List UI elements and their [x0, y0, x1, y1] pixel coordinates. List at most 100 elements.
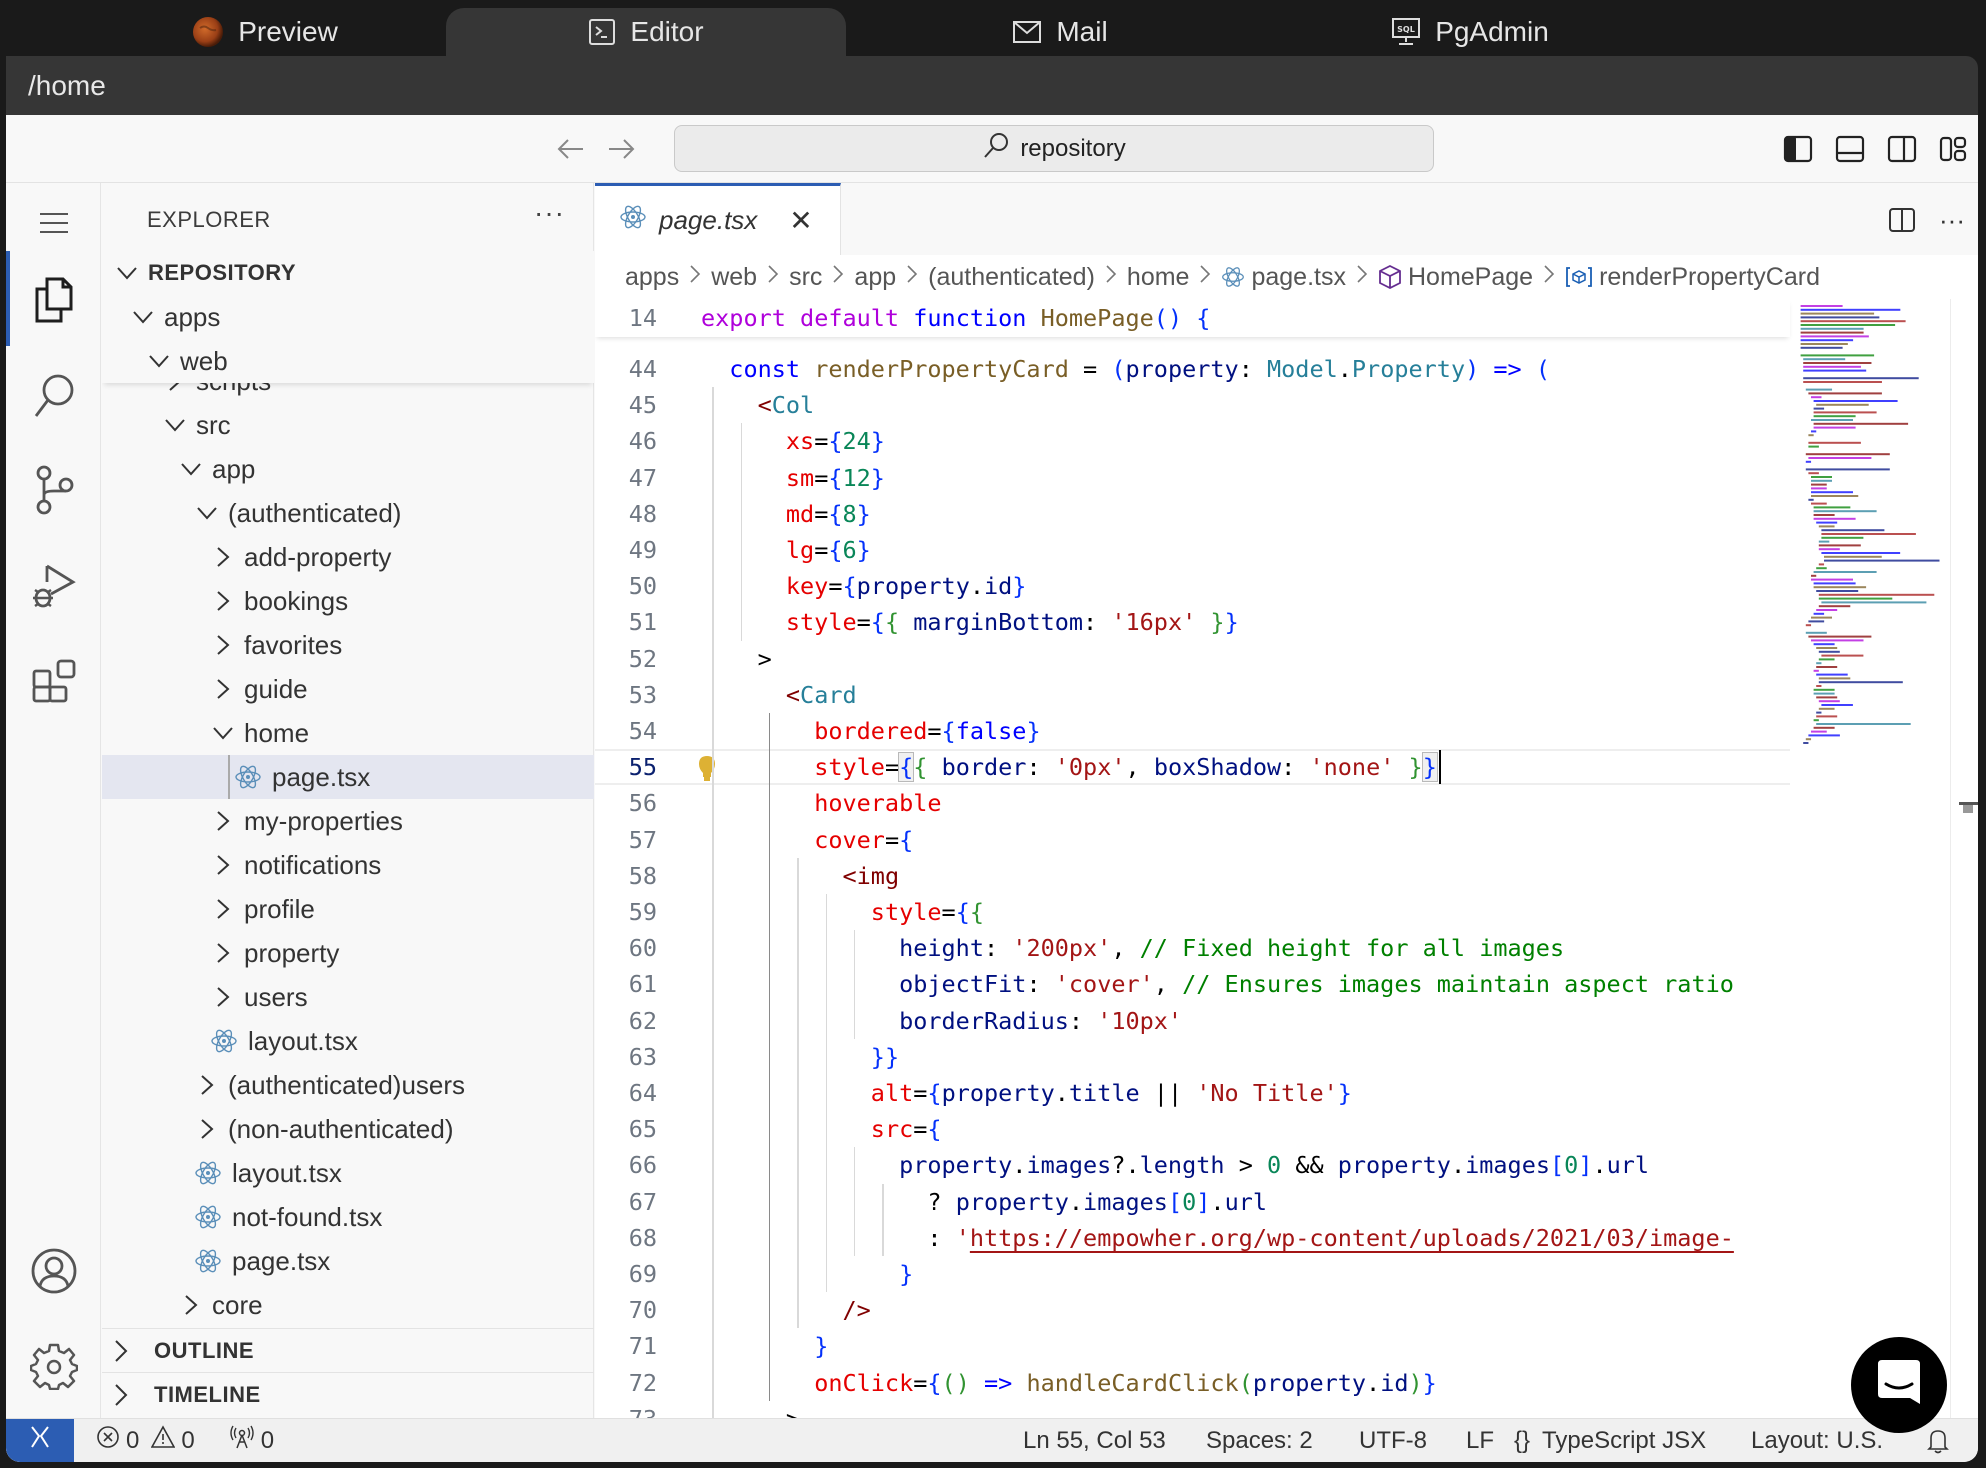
arrow-left-icon[interactable]	[554, 132, 588, 166]
breadcrumb-item[interactable]: apps	[625, 263, 679, 292]
code-editor[interactable]: 14 export default function HomePage() {44…	[595, 299, 1978, 1418]
arrow-right-icon[interactable]	[604, 132, 638, 166]
tree-item-folder[interactable]: guide	[102, 667, 594, 711]
breadcrumb-item[interactable]: app	[854, 263, 896, 292]
tree-item-file[interactable]: layout.tsx	[102, 1019, 594, 1063]
tree-item-folder[interactable]: add-property	[102, 535, 594, 579]
editor-tab-page-tsx[interactable]: page.tsx ✕	[595, 183, 841, 255]
run-debug-icon[interactable]	[6, 545, 101, 625]
cursor-position[interactable]: Ln 55, Col 53	[1023, 1427, 1166, 1455]
tree-item-folder[interactable]: apps	[102, 295, 594, 339]
minimap-line	[1813, 422, 1909, 425]
tree-item-folder[interactable]: home	[102, 711, 594, 755]
chevron-right-icon	[178, 1292, 204, 1318]
line-number: 54	[628, 717, 657, 745]
tree-item-folder[interactable]: (authenticated)	[102, 491, 594, 535]
split-editor-icon[interactable]	[1885, 203, 1919, 237]
tree-item-folder[interactable]: property	[102, 931, 594, 975]
tree-item-folder[interactable]: bookings	[102, 579, 594, 623]
section-outline[interactable]: OUTLINE	[102, 1328, 594, 1372]
toggle-panel-icon[interactable]	[1833, 132, 1867, 166]
breadcrumb-item[interactable]: home	[1127, 263, 1190, 292]
code-line: 61 objectFit: 'cover', // Ensures images …	[595, 966, 1790, 1002]
chevron-right-icon	[210, 984, 236, 1010]
problems-indicator[interactable]: 0 0	[96, 1425, 195, 1456]
breadcrumb-item[interactable]: renderPropertyCard	[1565, 263, 1820, 292]
tree-item-folder[interactable]: notifications	[102, 843, 594, 887]
line-text: height: '200px', // Fixed height for all…	[899, 934, 1565, 963]
search-icon[interactable]	[6, 356, 101, 436]
more-actions-icon[interactable]: ···	[1935, 203, 1969, 237]
customize-layout-icon[interactable]	[1936, 132, 1970, 166]
tree-item-folder[interactable]: app	[102, 447, 594, 491]
ports-indicator[interactable]: 0	[229, 1424, 274, 1457]
os-tab-preview[interactable]: Preview	[150, 8, 380, 56]
tree-item-folder[interactable]: web	[102, 339, 594, 383]
tree-item-label: layout.tsx	[232, 1157, 342, 1188]
end-of-line[interactable]: LF	[1466, 1427, 1494, 1455]
vertical-scrollbar[interactable]	[1950, 299, 1978, 1418]
remote-indicator[interactable]	[6, 1418, 74, 1462]
code-line: 55 style={{ border: '0px', boxShadow: 'no…	[595, 749, 1790, 786]
scrollbar-thumb[interactable]	[1963, 805, 1973, 813]
code-line: 52 >	[595, 641, 1790, 677]
code-line: 46 xs={24}	[595, 423, 1790, 459]
section-timeline[interactable]: TIMELINE	[102, 1372, 594, 1416]
tree-item-folder[interactable]: core	[102, 1283, 594, 1327]
line-text: lg={6}	[785, 536, 871, 564]
explorer-icon[interactable]	[6, 259, 101, 339]
os-tab-pgadmin[interactable]: SQL PgAdmin	[1350, 8, 1590, 56]
code-line: 58 <img	[595, 858, 1790, 894]
os-tab-mail[interactable]: Mail	[980, 8, 1140, 56]
tree-item-folder[interactable]: (non-authenticated)	[102, 1107, 594, 1151]
toggle-secondary-sidebar-icon[interactable]	[1885, 132, 1919, 166]
minimap-line	[1813, 612, 1825, 615]
breadcrumb-item[interactable]: page.tsx	[1221, 263, 1346, 292]
breadcrumb-item[interactable]: (authenticated)	[928, 263, 1095, 292]
minimap-line	[1811, 578, 1853, 581]
encoding[interactable]: UTF-8	[1359, 1427, 1427, 1455]
tree-root-repository[interactable]: REPOSITORY	[102, 251, 594, 295]
breadcrumb-item[interactable]: web	[711, 263, 757, 292]
close-icon[interactable]: ✕	[789, 204, 812, 237]
tree-item-file[interactable]: page.tsx	[102, 1239, 594, 1283]
tree-item-label: web	[180, 345, 228, 376]
chat-icon	[1876, 1358, 1922, 1413]
tree-item-label: apps	[164, 301, 221, 332]
react-file-icon	[234, 763, 262, 791]
minimap-line	[1813, 643, 1835, 646]
tree-item-file[interactable]: not-found.tsx	[102, 1195, 594, 1239]
minimap-line	[1808, 441, 1861, 444]
tree-item-folder[interactable]: my-properties	[102, 799, 594, 843]
tree-item-folder[interactable]: users	[102, 975, 594, 1019]
code-line: 67 ? property.images[0].url	[595, 1184, 1790, 1220]
tree-item-folder[interactable]: favorites	[102, 623, 594, 667]
minimap-line	[1800, 354, 1875, 357]
source-control-icon[interactable]	[6, 450, 101, 530]
breadcrumb-item[interactable]: src	[789, 263, 822, 292]
minimap[interactable]	[1790, 299, 1950, 1418]
sticky-scroll-line[interactable]: 14 export default function HomePage() {	[595, 299, 1790, 337]
toggle-primary-sidebar-icon[interactable]	[1781, 132, 1815, 166]
tree-item-file[interactable]: page.tsx	[102, 755, 594, 799]
breadcrumb-item[interactable]: HomePage	[1378, 263, 1533, 292]
minimap-line	[1821, 552, 1901, 554]
settings-gear-icon[interactable]	[6, 1326, 101, 1406]
menu-icon[interactable]	[6, 183, 101, 263]
account-icon[interactable]	[6, 1231, 101, 1311]
language-mode[interactable]: {} TypeScript JSX	[1514, 1427, 1706, 1455]
tree-item-folder[interactable]: (authenticated)users	[102, 1063, 594, 1107]
tree-item-folder[interactable]: src	[102, 403, 594, 447]
indentation[interactable]: Spaces: 2	[1206, 1427, 1313, 1455]
tree-item-file[interactable]: layout.tsx	[102, 1151, 594, 1195]
tree-item-folder[interactable]: profile	[102, 887, 594, 931]
keyboard-layout[interactable]: Layout: U.S.	[1751, 1427, 1883, 1455]
os-tab-editor[interactable]: Editor	[446, 8, 846, 56]
tree-item-label: favorites	[244, 629, 343, 660]
extensions-icon[interactable]	[6, 641, 101, 721]
chevron-right-icon	[832, 264, 844, 290]
bell-icon[interactable]	[1926, 1427, 1950, 1455]
command-center-search[interactable]: repository	[674, 125, 1434, 172]
minimap-line	[1808, 434, 1814, 437]
chat-support-button[interactable]	[1851, 1337, 1947, 1433]
